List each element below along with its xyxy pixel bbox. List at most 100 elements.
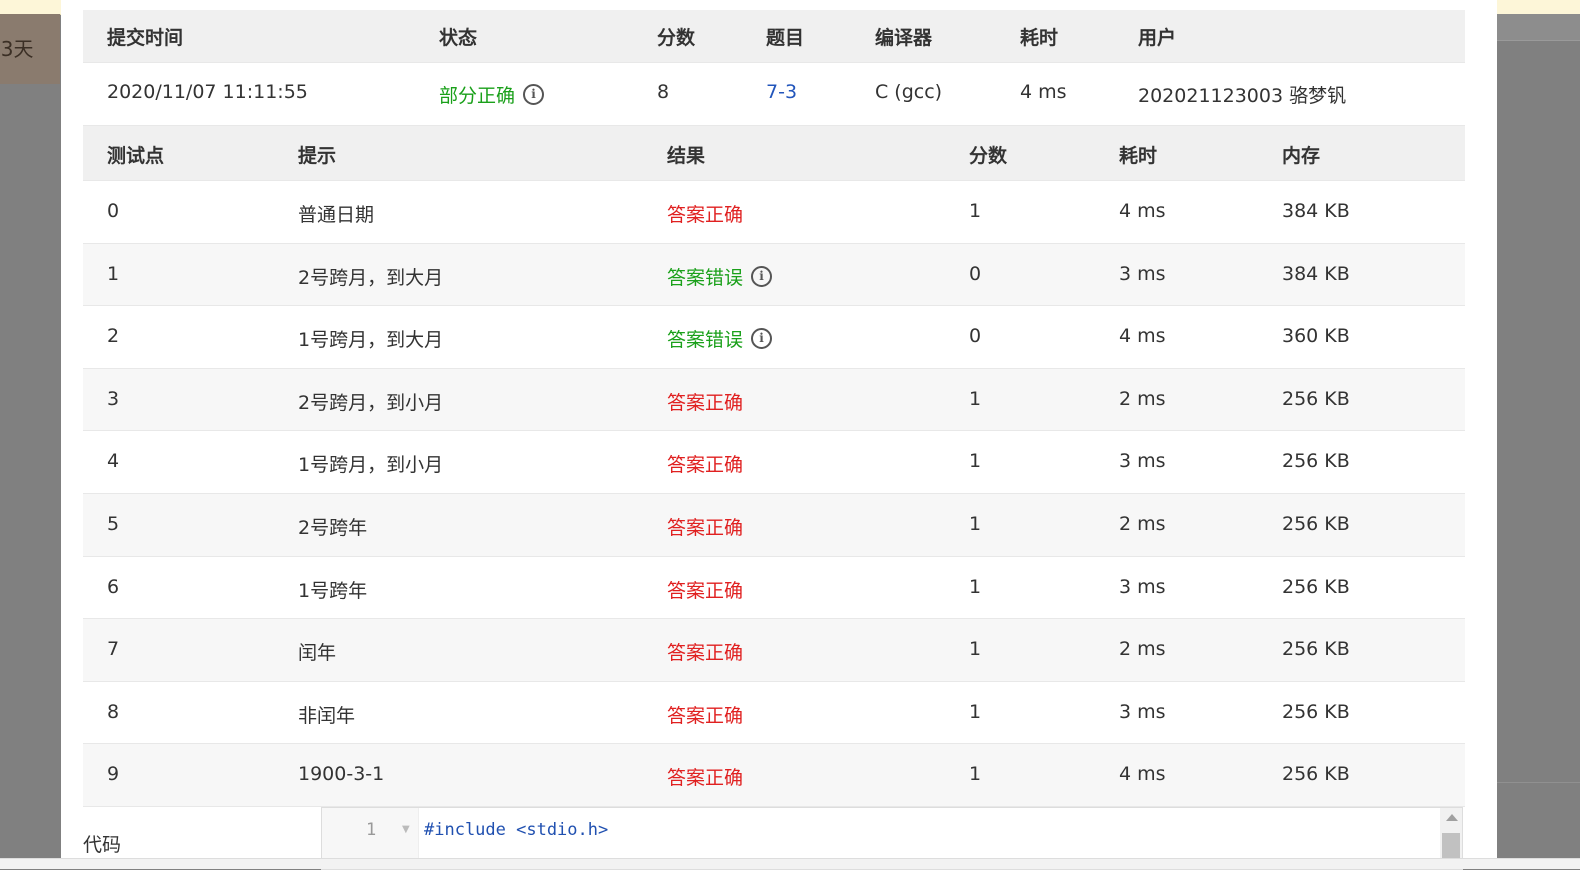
testcase-result: 答案正确 (667, 701, 743, 728)
testcase-result: 答案正确 (667, 576, 743, 603)
testcase-time: 3 ms (1119, 450, 1166, 473)
testcase-result: 答案正确 (667, 450, 743, 477)
testcase-time: 2 ms (1119, 387, 1166, 410)
testcase-memory: 256 KB (1282, 450, 1350, 473)
testcase-id: 0 (107, 200, 120, 222)
info-icon[interactable]: i (523, 84, 545, 105)
left-badge-text: 53天 (0, 37, 34, 61)
testcase-time: 3 ms (1119, 575, 1166, 598)
col-header-case-score: 分数 (969, 145, 1008, 167)
col-header-result: 结果 (667, 145, 706, 167)
testcase-row: 0 普通日期 答案正确 1 4 ms 384 KB (83, 181, 1465, 244)
testcase-row: 2 1号跨月，到大月 答案错误 i 0 4 ms 360 KB (83, 306, 1465, 369)
testcase-result-text: 答案正确 (667, 642, 744, 665)
scroll-up-arrow-icon[interactable] (1446, 814, 1458, 821)
testcase-result: 答案错误 i (667, 325, 773, 352)
testcase-result-text: 答案正确 (667, 517, 744, 539)
submission-row: 2020/11/07 11:11:55 部分正确 i 8 7-3 C (gcc) … (83, 63, 1465, 126)
testcase-row: 7 闰年 答案正确 1 2 ms 256 KB (83, 619, 1465, 682)
testcase-result-text: 答案正确 (667, 454, 744, 477)
line-number: 1 (366, 820, 377, 840)
testcase-result: 答案错误 i (667, 263, 773, 290)
problem-link[interactable]: 7-3 (766, 81, 797, 103)
testcase-header-row: 测试点 提示 结果 分数 耗时 内存 (83, 126, 1465, 181)
submission-compiler: C (gcc) (875, 81, 943, 103)
col-header-testcase: 测试点 (107, 145, 165, 167)
testcase-time: 4 ms (1119, 200, 1166, 222)
col-header-hint: 提示 (298, 145, 337, 167)
testcase-memory: 256 KB (1282, 387, 1350, 410)
testcase-score: 1 (969, 763, 982, 786)
col-header-status: 状态 (439, 27, 478, 49)
testcase-result-text: 答案错误 (667, 329, 744, 352)
testcase-time: 3 ms (1119, 262, 1166, 285)
testcase-hint: 2号跨月，到小月 (298, 391, 444, 414)
testcase-score: 1 (969, 638, 982, 661)
testcase-memory: 384 KB (1282, 262, 1350, 285)
testcase-hint: 2号跨月，到大月 (298, 266, 444, 289)
col-header-elapsed: 耗时 (1020, 27, 1059, 49)
testcase-memory: 256 KB (1282, 700, 1350, 723)
testcase-id: 4 (107, 450, 120, 473)
testcase-row: 3 2号跨月，到小月 答案正确 1 2 ms 256 KB (83, 368, 1465, 432)
info-icon[interactable]: i (751, 328, 773, 350)
testcase-time: 2 ms (1119, 513, 1166, 535)
testcase-id: 8 (107, 700, 120, 723)
col-header-case-time: 耗时 (1119, 145, 1158, 167)
testcase-time: 4 ms (1119, 325, 1166, 348)
testcase-score: 1 (969, 387, 982, 410)
testcase-result-text: 答案正确 (667, 579, 744, 602)
testcase-score: 0 (969, 262, 982, 285)
testcase-result-text: 答案正确 (667, 704, 744, 727)
testcase-result-text: 答案错误 (667, 266, 744, 289)
testcase-row: 1 2号跨月，到大月 答案错误 i 0 3 ms 384 KB (83, 243, 1465, 307)
submission-header-row: 提交时间 状态 分数 题目 编译器 耗时 用户 (83, 10, 1465, 63)
testcase-hint: 1号跨月，到大月 (298, 329, 444, 352)
testcase-row: 8 非闰年 答案正确 1 3 ms 256 KB (83, 682, 1465, 745)
col-header-problem: 题目 (766, 27, 805, 49)
fold-arrow-icon[interactable]: ▼ (402, 824, 410, 835)
submission-time: 2020/11/07 11:11:55 (107, 81, 308, 103)
testcase-result: 答案正确 (667, 763, 743, 790)
testcase-id: 2 (107, 325, 120, 348)
submission-detail-modal: 提交时间 状态 分数 题目 编译器 耗时 用户 2020/11/07 11:11… (61, 0, 1497, 870)
testcase-row: 4 1号跨月，到小月 答案正确 1 3 ms 256 KB (83, 431, 1465, 494)
testcase-hint: 非闰年 (298, 704, 356, 727)
left-side-badge: 53天 (0, 14, 60, 84)
testcase-row: 6 1号跨年 答案正确 1 3 ms 256 KB (83, 557, 1465, 620)
right-background-divider (1497, 782, 1580, 783)
testcase-memory: 256 KB (1282, 513, 1350, 535)
testcase-score: 0 (969, 325, 982, 348)
col-header-memory: 内存 (1282, 145, 1321, 167)
testcase-score: 1 (969, 513, 982, 535)
testcase-result: 答案正确 (667, 388, 743, 415)
testcase-result: 答案正确 (667, 200, 743, 227)
testcase-id: 3 (107, 387, 120, 410)
testcase-result-text: 答案正确 (667, 767, 744, 790)
testcase-memory: 256 KB (1282, 575, 1350, 598)
status-bar (0, 858, 1580, 869)
testcase-hint: 闰年 (298, 642, 337, 665)
testcase-memory: 384 KB (1282, 200, 1350, 222)
submission-status: 部分正确 i (439, 81, 545, 108)
testcase-id: 6 (107, 575, 120, 598)
testcase-hint: 1900-3-1 (298, 763, 385, 786)
col-header-score: 分数 (657, 27, 696, 49)
testcase-memory: 360 KB (1282, 325, 1350, 348)
testcase-result: 答案正确 (667, 513, 743, 540)
code-line[interactable]: #include <stdio.h> (424, 820, 608, 840)
submission-status-text: 部分正确 (439, 85, 516, 107)
testcase-score: 1 (969, 200, 982, 222)
testcase-hint: 普通日期 (298, 204, 375, 226)
testcase-memory: 256 KB (1282, 763, 1350, 786)
info-icon[interactable]: i (751, 265, 773, 287)
code-section-label: 代码 (83, 834, 122, 856)
testcase-id: 7 (107, 638, 120, 661)
testcase-id: 1 (107, 262, 120, 285)
testcase-hint: 1号跨月，到小月 (298, 454, 444, 477)
testcase-result-text: 答案正确 (667, 204, 744, 226)
testcase-time: 2 ms (1119, 638, 1166, 661)
submission-user: 202021123003 骆梦钒 (1138, 85, 1347, 107)
testcase-row: 9 1900-3-1 答案正确 1 4 ms 256 KB (83, 744, 1465, 807)
right-background-strip (1497, 14, 1580, 41)
